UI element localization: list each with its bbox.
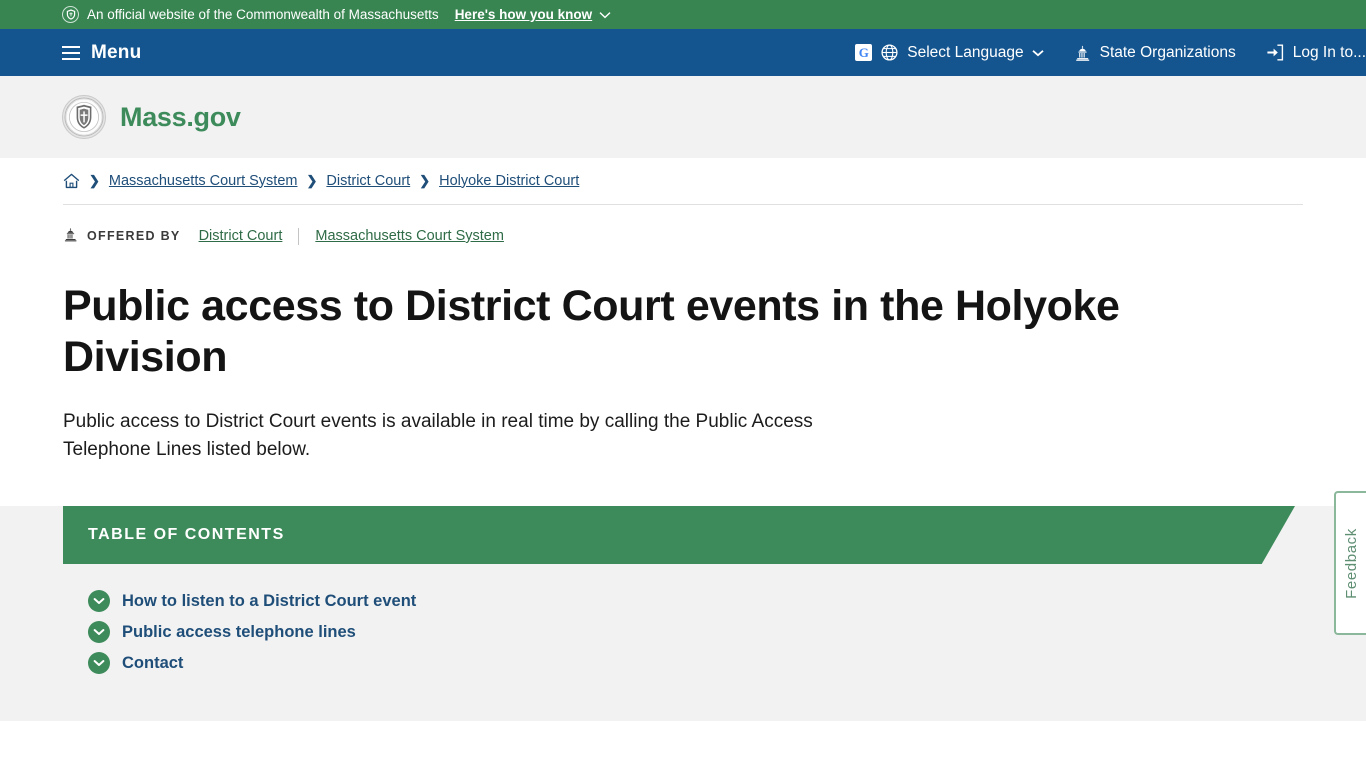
capitol-icon <box>1074 45 1091 61</box>
official-government-banner: An official website of the Commonwealth … <box>0 0 1366 29</box>
offered-by-link-massachusetts-court-system[interactable]: Massachusetts Court System <box>315 228 504 244</box>
google-translate-icon: G <box>855 44 873 61</box>
offered-by-divider <box>298 227 300 245</box>
toc-link-label: Public access telephone lines <box>122 622 356 641</box>
chevron-down-circle-icon <box>88 590 110 612</box>
breadcrumb-divider <box>63 204 1303 205</box>
menu-button[interactable]: Menu <box>62 42 141 64</box>
menu-button-label: Menu <box>91 41 142 63</box>
brand-name: Mass.gov <box>120 101 241 132</box>
toc-link-label: Contact <box>122 653 184 672</box>
main-content: ❯ Massachusetts Court System ❯ District … <box>0 158 1366 464</box>
state-organizations-label: State Organizations <box>1099 43 1236 61</box>
breadcrumb-item-district-court[interactable]: District Court <box>326 173 410 189</box>
shield-seal-icon <box>62 6 79 23</box>
breadcrumb-separator: ❯ <box>306 172 318 188</box>
table-of-contents-heading: TABLE OF CONTENTS <box>88 526 285 543</box>
navbar-right-group: G Select Language State Organizations Lo… <box>855 29 1366 76</box>
select-language-button[interactable]: G Select Language <box>855 43 1044 62</box>
toc-item-public-access-telephone-lines[interactable]: Public access telephone lines <box>88 621 1366 643</box>
chevron-down-icon <box>599 7 611 22</box>
state-organizations-link[interactable]: State Organizations <box>1074 44 1236 62</box>
table-of-contents-section: TABLE OF CONTENTS How to listen to a Dis… <box>0 506 1366 721</box>
offered-by-label: OFFERED BY <box>87 229 181 243</box>
hamburger-menu-icon <box>62 45 80 60</box>
table-of-contents-banner: TABLE OF CONTENTS <box>63 506 1295 564</box>
chevron-down-circle-icon <box>88 652 110 674</box>
how-you-know-toggle[interactable]: Here's how you know <box>455 7 612 22</box>
toc-item-contact[interactable]: Contact <box>88 652 1366 674</box>
offered-by-link-district-court[interactable]: District Court <box>199 228 283 244</box>
breadcrumb-item-holyoke-district-court[interactable]: Holyoke District Court <box>439 173 579 189</box>
site-masthead: Mass.gov SEARCH <box>0 76 1366 227</box>
globe-icon <box>881 44 898 61</box>
primary-navigation-bar: Menu G Select Language State Organizatio… <box>0 29 1366 76</box>
table-of-contents-list: How to listen to a District Court event … <box>88 564 1366 674</box>
feedback-tab[interactable]: Feedback <box>1334 491 1366 635</box>
breadcrumb-item-massachusetts-court-system[interactable]: Massachusetts Court System <box>109 173 298 189</box>
offered-by-section: OFFERED BY District Court Massachusetts … <box>63 227 1366 245</box>
page-title: Public access to District Court events i… <box>63 282 1120 381</box>
table-of-contents-banner-row: TABLE OF CONTENTS <box>63 506 1295 564</box>
page-intro-text: Public access to District Court events i… <box>63 411 813 460</box>
breadcrumb: ❯ Massachusetts Court System ❯ District … <box>63 158 1366 203</box>
official-banner-text: An official website of the Commonwealth … <box>87 7 439 22</box>
chevron-down-icon <box>1032 46 1044 60</box>
log-in-to-button[interactable]: Log In to... <box>1266 44 1366 62</box>
select-language-label: Select Language <box>907 43 1024 61</box>
breadcrumb-separator: ❯ <box>419 172 431 188</box>
capitol-icon <box>63 227 78 245</box>
toc-link-label: How to listen to a District Court event <box>122 591 417 610</box>
toc-item-how-to-listen[interactable]: How to listen to a District Court event <box>88 590 1366 612</box>
breadcrumb-separator: ❯ <box>89 172 100 188</box>
how-you-know-label: Here's how you know <box>454 7 593 22</box>
chevron-down-circle-icon <box>88 621 110 643</box>
log-in-to-label: Log In to... <box>1292 43 1366 61</box>
login-arrow-icon <box>1266 44 1284 61</box>
massachusetts-seal-icon <box>62 95 106 139</box>
mass-gov-home-link[interactable]: Mass.gov <box>62 95 241 139</box>
home-icon[interactable] <box>63 173 80 189</box>
feedback-tab-label: Feedback <box>1342 527 1360 599</box>
